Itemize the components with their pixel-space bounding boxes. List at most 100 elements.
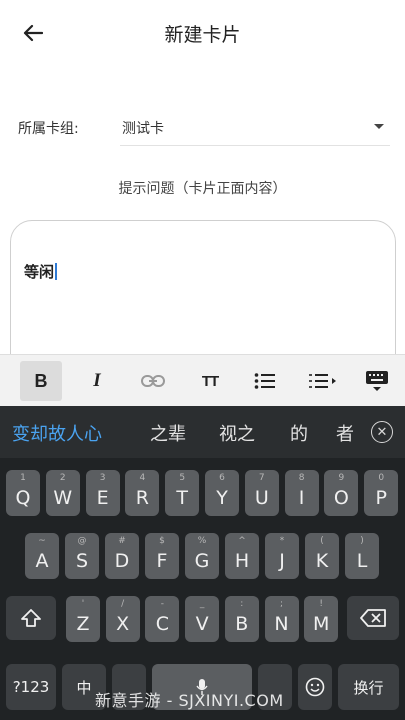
key-label: N — [274, 613, 289, 635]
key-secondary-label: - — [160, 599, 165, 609]
shift-icon — [21, 609, 41, 627]
key-secondary-label: # — [118, 536, 126, 546]
key-w[interactable]: 2W — [45, 470, 80, 516]
shift-key[interactable] — [6, 596, 56, 640]
app-header: 新建卡片 — [0, 0, 405, 64]
key-secondary-label: * — [279, 536, 285, 546]
link-icon — [141, 375, 165, 387]
key-j[interactable]: * J — [265, 533, 299, 579]
hide-keyboard-button[interactable] — [356, 361, 398, 401]
key-label: S — [75, 550, 89, 572]
key-m[interactable]: ! M — [304, 596, 339, 642]
key-label: B — [235, 613, 249, 635]
key-label: P — [375, 487, 387, 509]
watermark-text: 新意手游 - SJXINYI.COM — [95, 691, 284, 710]
key-secondary-label: 2 — [59, 473, 66, 483]
key-label: K — [315, 550, 329, 572]
key-f[interactable]: $ F — [145, 533, 179, 579]
key-secondary-label: 4 — [139, 473, 146, 483]
key-label: G — [194, 550, 210, 572]
bullet-list-button[interactable] — [244, 361, 286, 401]
key-g[interactable]: % G — [185, 533, 219, 579]
candidate-item[interactable]: 视之 — [219, 420, 255, 446]
key-secondary-label: 6 — [219, 473, 225, 483]
key-label: E — [96, 487, 109, 509]
numbered-list-button[interactable] — [302, 361, 344, 401]
key-z[interactable]: ' Z — [66, 596, 100, 642]
text-size-button[interactable]: TT — [189, 361, 231, 401]
key-label: Q — [15, 487, 31, 509]
key-t[interactable]: 5T — [165, 470, 200, 516]
editor-text: 等闲 — [24, 263, 55, 281]
key-label: U — [254, 487, 269, 509]
enter-key[interactable]: 换行 — [338, 664, 399, 710]
key-label: Z — [76, 613, 90, 635]
key-e[interactable]: 3E — [85, 470, 120, 516]
italic-button[interactable]: I — [76, 361, 118, 401]
key-v[interactable]: _ V — [185, 596, 220, 642]
key-label: L — [356, 550, 368, 572]
key-secondary-label: / — [121, 599, 125, 609]
key-secondary-label: 7 — [258, 473, 265, 483]
backspace-icon — [360, 609, 386, 627]
candidate-item[interactable]: 变却故人心 — [12, 420, 102, 446]
prompt-label: 提示问题（卡片正面内容） — [118, 181, 287, 197]
backspace-key[interactable] — [347, 596, 399, 640]
candidate-item[interactable]: 者 — [336, 420, 354, 446]
key-label: W — [53, 487, 73, 509]
hide-keyboard-icon — [366, 371, 388, 391]
key-a[interactable]: ~ A — [25, 533, 59, 579]
key-secondary-label: 1 — [20, 473, 26, 483]
key-secondary-label: @ — [77, 536, 87, 546]
key-secondary-label: $ — [159, 536, 165, 546]
text-size-icon: TT — [201, 372, 219, 390]
key-i[interactable]: 8I — [284, 470, 319, 516]
symbols-key-label: ?123 — [12, 678, 50, 696]
candidate-item[interactable]: 的 — [290, 420, 308, 446]
bullet-list-icon — [254, 373, 275, 389]
key-h[interactable]: ^ H — [225, 533, 259, 579]
deck-label: 所属卡组: — [18, 121, 79, 137]
key-n[interactable]: ; N — [264, 596, 299, 642]
key-label: M — [312, 613, 330, 635]
key-p[interactable]: 0P — [364, 470, 399, 516]
emoji-key[interactable] — [298, 664, 332, 710]
key-q[interactable]: 1Q — [6, 470, 40, 516]
key-o[interactable]: 9O — [324, 470, 359, 516]
key-label: F — [156, 550, 168, 572]
key-secondary-label: ~ — [38, 536, 46, 546]
key-secondary-label: 0 — [378, 473, 385, 483]
key-u[interactable]: 7U — [244, 470, 279, 516]
key-secondary-label: ) — [360, 536, 364, 546]
bold-button[interactable]: B — [20, 361, 62, 401]
key-secondary-label: % — [197, 536, 207, 546]
key-secondary-label: 8 — [298, 473, 305, 483]
emoji-icon — [305, 677, 325, 697]
key-c[interactable]: -C — [145, 596, 180, 642]
key-s[interactable]: @ S — [65, 533, 99, 579]
key-secondary-label: ^ — [238, 536, 246, 546]
key-secondary-label: 5 — [179, 473, 186, 483]
key-d[interactable]: # D — [105, 533, 139, 579]
deck-select[interactable]: 测试卡 — [120, 110, 390, 146]
link-button[interactable] — [132, 361, 174, 401]
key-b[interactable]: :B — [224, 596, 259, 642]
key-label: J — [279, 550, 285, 572]
key-label: V — [195, 613, 209, 635]
key-x[interactable]: / X — [105, 596, 140, 642]
key-y[interactable]: 6Y — [205, 470, 239, 516]
close-candidates-button[interactable]: ✕ — [371, 421, 393, 443]
page-title: 新建卡片 — [164, 24, 241, 46]
key-secondary-label: ' — [81, 599, 85, 609]
key-secondary-label: 3 — [99, 473, 106, 483]
candidate-item[interactable]: 之辈 — [150, 420, 186, 446]
key-label: I — [298, 487, 305, 509]
key-k[interactable]: (K — [305, 533, 339, 579]
key-l[interactable]: ) L — [345, 533, 379, 579]
soft-keyboard: 变却故人心 之辈 视之 的 者 ✕ ?123 中 换行 1 Q 2 W 3 E … — [0, 406, 405, 720]
symbols-key[interactable]: ?123 — [6, 664, 56, 710]
key-label: C — [155, 613, 170, 635]
key-label: O — [333, 487, 349, 509]
key-label: X — [116, 613, 130, 635]
key-r[interactable]: 4R — [125, 470, 160, 516]
